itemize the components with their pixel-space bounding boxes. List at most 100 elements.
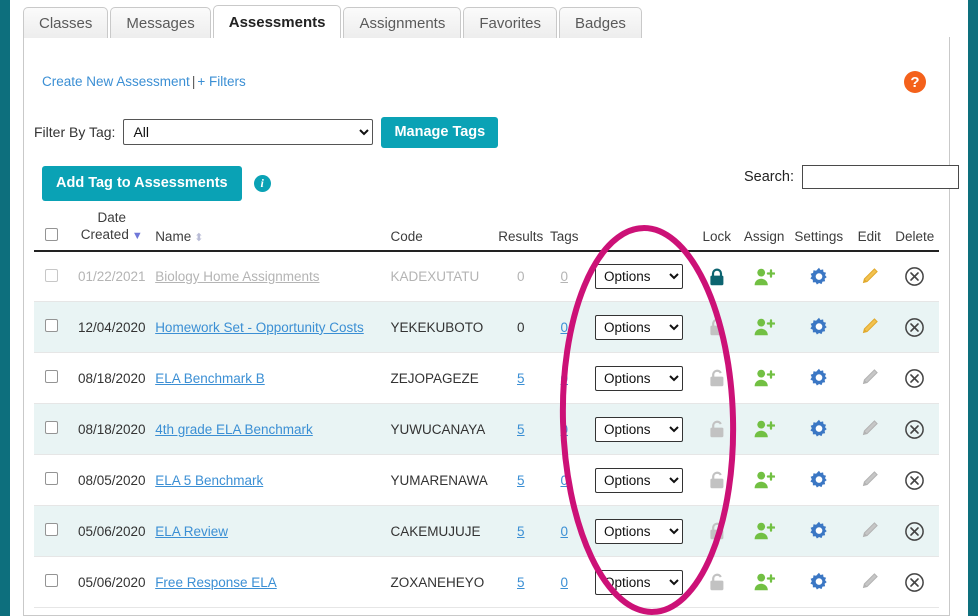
assessment-name-link[interactable]: ELA 5 Benchmark xyxy=(155,473,263,488)
delete-circle-x-icon[interactable] xyxy=(904,470,925,491)
assign-user-icon[interactable] xyxy=(753,368,776,388)
th-date-created[interactable]: Date Created ▼ xyxy=(68,210,156,252)
delete-circle-x-icon[interactable] xyxy=(904,266,925,287)
results-link[interactable]: 5 xyxy=(517,524,525,539)
page-rail-right xyxy=(968,0,978,616)
results-link[interactable]: 5 xyxy=(517,575,525,590)
th-code[interactable]: Code xyxy=(390,210,497,252)
cell-tags: 0 xyxy=(545,556,584,609)
assessment-name-link[interactable]: Free Response ELA xyxy=(155,575,277,590)
assign-user-icon[interactable] xyxy=(753,470,776,490)
row-checkbox[interactable] xyxy=(44,523,58,537)
row-options-select[interactable]: Options xyxy=(594,467,683,493)
assign-user-icon[interactable] xyxy=(753,419,776,439)
filter-by-tag-select[interactable]: All xyxy=(123,119,374,146)
tags-link: 0 xyxy=(560,269,568,284)
results-link[interactable]: 5 xyxy=(517,371,525,386)
row-checkbox[interactable] xyxy=(44,421,58,435)
cell-date: 05/06/2020 xyxy=(68,556,156,609)
row-checkbox[interactable] xyxy=(44,472,58,486)
delete-circle-x-icon[interactable] xyxy=(904,368,925,389)
th-name[interactable]: Name ⬍ xyxy=(155,210,391,252)
tags-link[interactable]: 0 xyxy=(560,524,568,539)
results-link[interactable]: 5 xyxy=(517,473,525,488)
row-checkbox[interactable] xyxy=(44,574,58,588)
table-row: 05/06/2020 ELA Review CAKEMUJUJE 5 0 Options xyxy=(34,505,939,558)
assign-user-icon[interactable] xyxy=(753,267,776,287)
table-body: 01/22/2021 Biology Home Assignments KADEXU… xyxy=(34,250,939,609)
row-checkbox-cell xyxy=(34,556,69,609)
filters-link[interactable]: + Filters xyxy=(197,74,245,89)
manage-tags-button[interactable]: Manage Tags xyxy=(381,117,499,148)
cell-lock xyxy=(694,403,739,456)
lock-icon[interactable] xyxy=(708,368,726,388)
assessment-name-link[interactable]: ELA Benchmark B xyxy=(155,371,265,386)
gear-icon[interactable] xyxy=(809,572,829,592)
cell-name: ELA Review xyxy=(155,505,391,558)
row-options-select[interactable]: Options xyxy=(594,264,683,289)
cell-code: CAKEMUJUJE xyxy=(390,505,497,558)
tab-favorites[interactable]: Favorites xyxy=(463,7,558,38)
cell-lock xyxy=(694,505,739,558)
tab-label: Badges xyxy=(575,14,626,32)
lock-icon[interactable] xyxy=(708,317,726,337)
row-checkbox-cell xyxy=(34,403,69,456)
row-options-select[interactable]: Options xyxy=(594,365,683,391)
gear-icon[interactable] xyxy=(809,317,829,337)
assign-user-icon[interactable] xyxy=(753,572,776,592)
info-icon[interactable]: i xyxy=(253,174,271,192)
search-input[interactable] xyxy=(801,165,959,189)
assign-user-icon[interactable] xyxy=(753,521,776,541)
delete-circle-x-icon[interactable] xyxy=(904,419,925,440)
assign-user-icon[interactable] xyxy=(753,317,776,337)
row-options-select[interactable]: Options xyxy=(594,569,683,595)
assessment-name-link[interactable]: ELA Review xyxy=(155,524,228,539)
results-link[interactable]: 5 xyxy=(517,422,525,437)
delete-circle-x-icon[interactable] xyxy=(904,521,925,542)
gear-icon[interactable] xyxy=(809,521,829,541)
pencil-icon[interactable] xyxy=(859,317,879,337)
gear-icon[interactable] xyxy=(809,267,829,287)
row-options-select[interactable]: Options xyxy=(594,518,683,544)
lock-icon[interactable] xyxy=(708,572,726,592)
cell-options: Options xyxy=(583,403,695,456)
row-checkbox[interactable] xyxy=(44,319,58,333)
sort-desc-icon[interactable]: ▼ xyxy=(132,230,143,242)
cell-name: ELA 5 Benchmark xyxy=(155,454,391,507)
table-row: 12/04/2020 Homework Set - Opportunity Cos… xyxy=(34,301,939,354)
help-icon[interactable]: ? xyxy=(904,71,926,93)
row-options-select[interactable]: Options xyxy=(594,314,683,340)
assessment-name-link[interactable]: 4th grade ELA Benchmark xyxy=(155,422,313,437)
assessment-name-link[interactable]: Homework Set - Opportunity Costs xyxy=(155,320,364,335)
tab-classes[interactable]: Classes xyxy=(23,7,109,38)
tags-link[interactable]: 0 xyxy=(560,473,568,488)
create-new-assessment-link[interactable]: Create New Assessment xyxy=(42,74,190,89)
gear-icon[interactable] xyxy=(809,368,829,388)
add-tag-to-assessments-button[interactable]: Add Tag to Assessments xyxy=(42,166,242,201)
select-all-checkbox[interactable] xyxy=(44,227,58,241)
tags-link[interactable]: 0 xyxy=(560,422,568,437)
tags-link[interactable]: 0 xyxy=(560,575,568,590)
tab-messages[interactable]: Messages xyxy=(110,7,211,38)
tab-assignments[interactable]: Assignments xyxy=(343,7,462,38)
lock-icon[interactable] xyxy=(708,521,726,541)
th-results[interactable]: Results xyxy=(496,210,546,252)
tags-link[interactable]: 0 xyxy=(560,320,568,335)
lock-icon[interactable] xyxy=(708,470,726,490)
delete-circle-x-icon[interactable] xyxy=(904,572,925,593)
cell-code: KADEXUTATU xyxy=(390,250,497,303)
row-options-select[interactable]: Options xyxy=(594,416,683,442)
cell-results: 0 xyxy=(496,250,546,303)
tags-link[interactable]: 0 xyxy=(560,371,568,386)
pencil-icon[interactable] xyxy=(859,267,879,287)
lock-icon[interactable] xyxy=(708,419,726,439)
th-tags[interactable]: Tags xyxy=(545,210,584,252)
tab-badges[interactable]: Badges xyxy=(559,7,642,38)
assessments-table: Date Created ▼ Name ⬍ Code Results Tags Lo… xyxy=(34,210,939,609)
gear-icon[interactable] xyxy=(809,419,829,439)
row-checkbox[interactable] xyxy=(44,370,58,384)
tab-assessments[interactable]: Assessments xyxy=(212,5,342,38)
gear-icon[interactable] xyxy=(809,470,829,490)
delete-circle-x-icon[interactable] xyxy=(904,317,925,338)
sort-both-icon[interactable]: ⬍ xyxy=(194,232,203,244)
